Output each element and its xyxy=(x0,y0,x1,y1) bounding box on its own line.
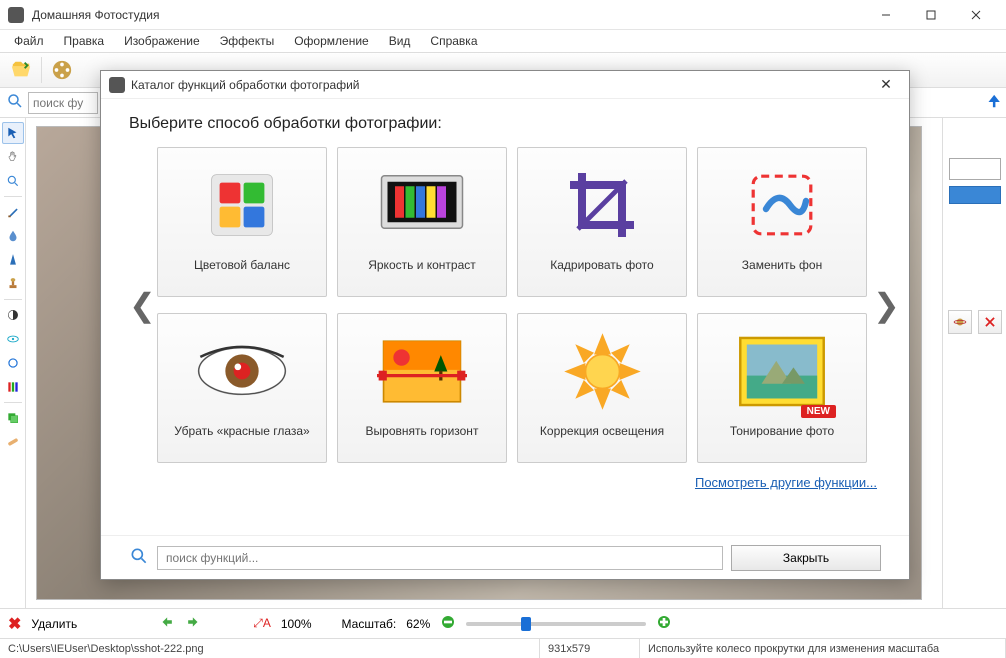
window-titlebar: Домашняя Фотостудия xyxy=(0,0,1006,30)
right-panel xyxy=(942,118,1006,608)
color-balance-icon xyxy=(192,160,292,250)
card-label: Тонирование фото xyxy=(730,424,834,438)
delete-label[interactable]: Удалить xyxy=(31,617,77,631)
sharpen-tool-icon[interactable] xyxy=(2,249,24,271)
carousel-next[interactable]: ❯ xyxy=(873,286,895,324)
close-button[interactable] xyxy=(953,1,998,29)
open-folder-icon[interactable] xyxy=(6,55,36,85)
card-toning[interactable]: NEW Тонирование фото xyxy=(697,313,867,463)
new-badge: NEW xyxy=(801,405,836,418)
zoom-tool-icon[interactable] xyxy=(2,170,24,192)
brush-tool-icon[interactable] xyxy=(2,201,24,223)
menu-effects[interactable]: Эффекты xyxy=(212,32,283,50)
redeye-icon xyxy=(192,326,292,416)
contrast-tool-icon[interactable] xyxy=(2,304,24,326)
status-hint: Используйте колесо прокрутки для изменен… xyxy=(640,639,1006,658)
healing-tool-icon[interactable] xyxy=(2,431,24,453)
dialog-title: Каталог функций обработки фотографий xyxy=(131,78,871,92)
replace-bg-icon xyxy=(732,160,832,250)
circle-tool-icon[interactable] xyxy=(2,352,24,374)
sun-icon xyxy=(552,326,652,416)
app-title: Домашняя Фотостудия xyxy=(32,8,863,22)
card-label: Заменить фон xyxy=(742,258,822,272)
search-input[interactable] xyxy=(28,92,98,114)
card-brightness-contrast[interactable]: Яркость и контраст xyxy=(337,147,507,297)
search-icon xyxy=(6,92,24,113)
card-label: Убрать «красные глаза» xyxy=(174,424,309,438)
maximize-button[interactable] xyxy=(908,1,953,29)
scale-value: 62% xyxy=(406,617,430,631)
right-combo[interactable] xyxy=(949,158,1001,180)
dialog-bottom: Закрыть xyxy=(101,535,909,579)
collapse-up-icon[interactable]: 🠉 xyxy=(988,91,1000,115)
eye-tool-icon[interactable] xyxy=(2,328,24,350)
hand-tool-icon[interactable] xyxy=(2,146,24,168)
status-path: C:\Users\IEUser\Desktop\sshot-222.png xyxy=(0,639,540,658)
zoom-slider[interactable] xyxy=(466,622,646,626)
search-icon xyxy=(129,546,149,569)
scale-label: Масштаб: xyxy=(342,617,397,631)
card-replace-bg[interactable]: Заменить фон xyxy=(697,147,867,297)
right-progress xyxy=(949,186,1001,204)
horizon-icon xyxy=(372,326,472,416)
dialog-close-button[interactable]: ✕ xyxy=(871,76,901,93)
card-label: Выровнять горизонт xyxy=(366,424,479,438)
status-bar: C:\Users\IEUser\Desktop\sshot-222.png 93… xyxy=(0,638,1006,658)
menu-file[interactable]: Файл xyxy=(6,32,52,50)
menu-decoration[interactable]: Оформление xyxy=(286,32,376,50)
right-delete-button[interactable] xyxy=(978,310,1002,334)
nav-next-icon[interactable] xyxy=(185,615,203,632)
menu-edit[interactable]: Правка xyxy=(56,32,113,50)
function-grid: Цветовой баланс Яркость и контраст Кадри… xyxy=(157,147,867,463)
zoom-in-icon[interactable] xyxy=(656,614,672,633)
menu-image[interactable]: Изображение xyxy=(116,32,208,50)
zoom-fit-label: 100% xyxy=(281,617,312,631)
minimize-button[interactable] xyxy=(863,1,908,29)
colorbars-tool-icon[interactable] xyxy=(2,376,24,398)
bottom-toolbar: ✖ Удалить ⤢A 100% Масштаб: 62% xyxy=(0,608,1006,638)
layers-green-icon[interactable] xyxy=(2,407,24,429)
more-functions-link[interactable]: Посмотреть другие функции... xyxy=(129,475,877,490)
zoom-out-icon[interactable] xyxy=(440,614,456,633)
card-label: Коррекция освещения xyxy=(540,424,664,438)
app-icon xyxy=(8,7,24,23)
card-color-balance[interactable]: Цветовой баланс xyxy=(157,147,327,297)
dialog-close-btn[interactable]: Закрыть xyxy=(731,545,881,571)
dialog-titlebar: Каталог функций обработки фотографий ✕ xyxy=(101,71,909,99)
dialog-icon xyxy=(109,77,125,93)
film-reel-icon[interactable] xyxy=(47,55,77,85)
nav-prev-icon[interactable] xyxy=(157,615,175,632)
right-planet-button[interactable] xyxy=(948,310,972,334)
toning-icon: NEW xyxy=(732,326,832,416)
blur-tool-icon[interactable] xyxy=(2,225,24,247)
carousel-prev[interactable]: ❮ xyxy=(129,286,151,324)
delete-x-icon[interactable]: ✖ xyxy=(8,614,21,634)
brightness-icon xyxy=(372,160,472,250)
card-label: Яркость и контраст xyxy=(368,258,476,272)
dialog-search-input[interactable] xyxy=(157,546,723,570)
menu-bar: Файл Правка Изображение Эффекты Оформлен… xyxy=(0,30,1006,52)
pointer-tool-icon[interactable] xyxy=(2,122,24,144)
status-dims: 931x579 xyxy=(540,639,640,658)
card-crop[interactable]: Кадрировать фото xyxy=(517,147,687,297)
menu-view[interactable]: Вид xyxy=(381,32,419,50)
left-toolbox xyxy=(0,118,26,608)
card-label: Цветовой баланс xyxy=(194,258,290,272)
dialog-heading: Выберите способ обработки фотографии: xyxy=(129,115,881,133)
crop-icon xyxy=(552,160,652,250)
stamp-tool-icon[interactable] xyxy=(2,273,24,295)
catalog-dialog: Каталог функций обработки фотографий ✕ В… xyxy=(100,70,910,580)
zoom-fit-icon[interactable]: ⤢A xyxy=(253,616,271,631)
menu-help[interactable]: Справка xyxy=(422,32,485,50)
card-redeye[interactable]: Убрать «красные глаза» xyxy=(157,313,327,463)
card-lighting[interactable]: Коррекция освещения xyxy=(517,313,687,463)
card-horizon[interactable]: Выровнять горизонт xyxy=(337,313,507,463)
card-label: Кадрировать фото xyxy=(550,258,653,272)
